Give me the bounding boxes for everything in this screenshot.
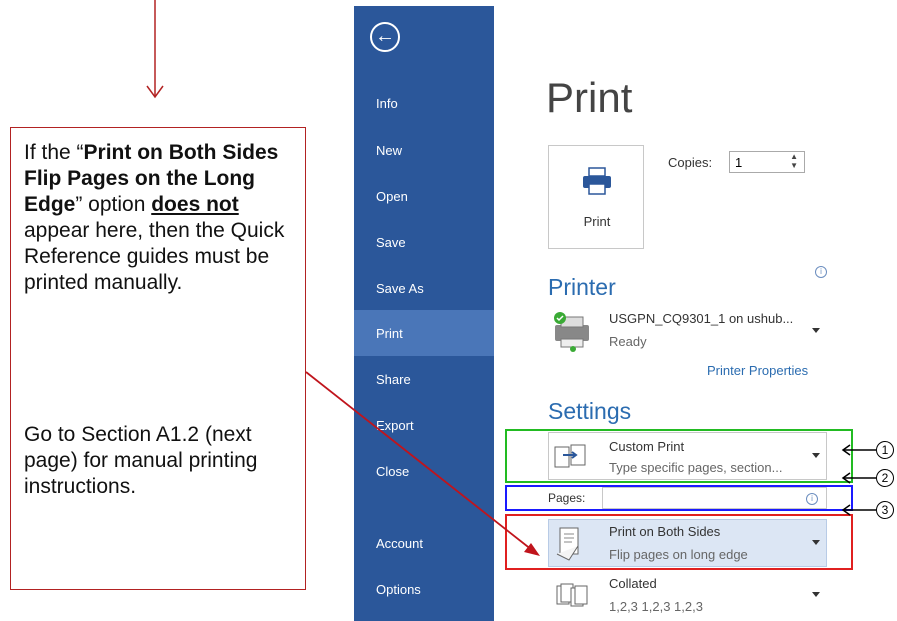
annotation-number-3: 3: [876, 501, 894, 519]
annotation-number-2: 2: [876, 469, 894, 487]
annotation-arrows: [305, 371, 876, 556]
annotation-number-1: 1: [876, 441, 894, 459]
